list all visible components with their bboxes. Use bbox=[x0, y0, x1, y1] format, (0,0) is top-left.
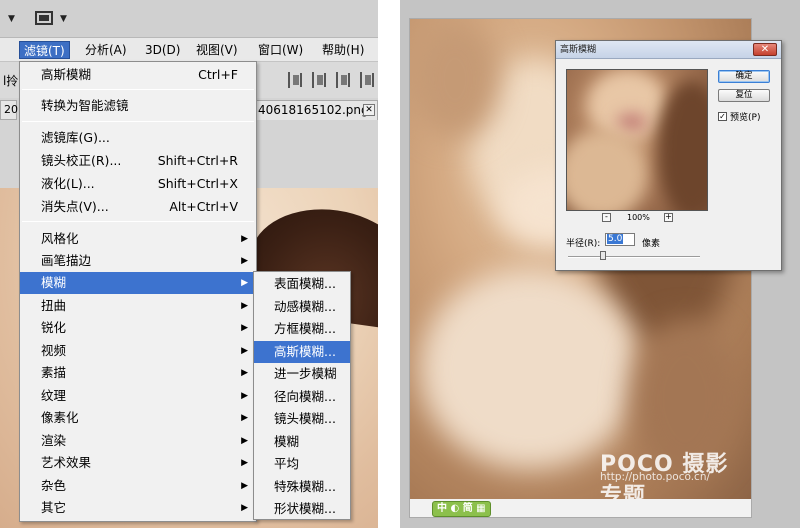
submenu-arrow-icon: ▶ bbox=[241, 234, 248, 244]
watermark-url: http://photo.poco.cn/ bbox=[600, 471, 711, 483]
document-tab-partial[interactable]: 20 bbox=[0, 100, 18, 120]
close-icon[interactable]: ✕ bbox=[753, 43, 777, 56]
blur-item-shape[interactable]: 形状模糊... bbox=[254, 498, 350, 521]
menu-bar: 滤镜(T) 分析(A) 3D(D) 视图(V) 窗口(W) 帮助(H) bbox=[0, 38, 378, 62]
radius-value: 5.0 bbox=[607, 234, 624, 244]
submenu-arrow-icon: ▶ bbox=[241, 436, 248, 446]
align-center-icon[interactable] bbox=[312, 72, 328, 88]
blur-item-gaussian[interactable]: 高斯模糊... bbox=[254, 340, 350, 363]
photo-corner-blob bbox=[410, 19, 500, 139]
dropdown-arrow-icon[interactable]: ▼ bbox=[8, 14, 15, 24]
distribute-icon[interactable] bbox=[360, 72, 376, 88]
menu-item-vanishing-point[interactable]: 消失点(V)... Alt+Ctrl+V bbox=[20, 196, 256, 218]
menu-help[interactable]: 帮助(H) bbox=[318, 41, 368, 59]
preview-label: 预览(P) bbox=[730, 113, 761, 123]
application-bar: ▼ ▼ bbox=[0, 0, 378, 38]
blur-item-motion[interactable]: 动感模糊... bbox=[254, 296, 350, 319]
blur-item-more[interactable]: 进一步模糊 bbox=[254, 363, 350, 386]
menu-item-artistic[interactable]: 艺术效果 ▶ bbox=[20, 452, 256, 474]
submenu-arrow-icon: ▶ bbox=[241, 301, 248, 311]
menu-item-other[interactable]: 其它 ▶ bbox=[20, 497, 256, 519]
dialog-title: 高斯模糊 bbox=[560, 45, 597, 55]
menu-filter[interactable]: 滤镜(T) bbox=[19, 41, 70, 59]
menu-view[interactable]: 视图(V) bbox=[192, 41, 242, 59]
site-badge: 中 ◐ 简 ▦ bbox=[432, 501, 491, 517]
menu-window[interactable]: 窗口(W) bbox=[254, 41, 307, 59]
submenu-arrow-icon: ▶ bbox=[241, 323, 248, 333]
menu-divider bbox=[22, 89, 254, 90]
options-fragment: l拎 bbox=[3, 74, 19, 88]
filter-menu: 高斯模糊 Ctrl+F 转换为智能滤镜 滤镜库(G)... 镜头校正(R)...… bbox=[19, 61, 257, 522]
zoom-out-button[interactable]: - bbox=[602, 213, 611, 222]
submenu-arrow-icon: ▶ bbox=[241, 256, 248, 266]
zoom-in-button[interactable]: + bbox=[664, 213, 673, 222]
align-right-icon[interactable] bbox=[336, 72, 352, 88]
menu-item-pixelate[interactable]: 像素化 ▶ bbox=[20, 407, 256, 429]
menu-item-brush-strokes[interactable]: 画笔描边 ▶ bbox=[20, 250, 256, 272]
menu-divider bbox=[22, 121, 254, 122]
menu-3d[interactable]: 3D(D) bbox=[141, 41, 184, 59]
align-left-icon[interactable] bbox=[288, 72, 304, 88]
menu-item-render[interactable]: 渲染 ▶ bbox=[20, 430, 256, 452]
blur-item-surface[interactable]: 表面模糊... bbox=[254, 273, 350, 296]
submenu-arrow-icon: ▶ bbox=[241, 458, 248, 468]
menu-item-smart-filter[interactable]: 转换为智能滤镜 bbox=[20, 95, 256, 117]
ok-button[interactable]: 确定 bbox=[718, 70, 770, 83]
menu-item-liquify[interactable]: 液化(L)... Shift+Ctrl+X bbox=[20, 173, 256, 195]
radius-unit: 像素 bbox=[642, 239, 661, 249]
gaussian-blur-dialog: 高斯模糊 ✕ 确定 复位 ✓ 预览(P) - 100% + 半径(R): 5.0… bbox=[555, 40, 782, 271]
screen-mode-dropdown-icon[interactable]: ▼ bbox=[60, 14, 67, 24]
submenu-arrow-icon: ▶ bbox=[241, 503, 248, 513]
photoshop-window: ▼ ▼ 滤镜(T) 分析(A) 3D(D) 视图(V) 窗口(W) 帮助(H) … bbox=[0, 0, 378, 528]
preview-window[interactable] bbox=[566, 69, 708, 211]
reset-button[interactable]: 复位 bbox=[718, 89, 770, 102]
menu-analysis[interactable]: 分析(A) bbox=[81, 41, 131, 59]
preview-checkbox[interactable]: ✓ bbox=[718, 112, 727, 121]
menu-item-stylize[interactable]: 风格化 ▶ bbox=[20, 228, 256, 250]
blur-item-radial[interactable]: 径向模糊... bbox=[254, 386, 350, 409]
photo-dress-blob bbox=[420, 269, 640, 469]
blur-item-smart[interactable]: 特殊模糊... bbox=[254, 476, 350, 499]
menu-item-sharpen[interactable]: 锐化 ▶ bbox=[20, 317, 256, 339]
menu-item-sketch[interactable]: 素描 ▶ bbox=[20, 362, 256, 384]
submenu-arrow-icon: ▶ bbox=[241, 413, 248, 423]
blur-submenu: 表面模糊... 动感模糊... 方框模糊... 高斯模糊... 进一步模糊 径向… bbox=[253, 271, 351, 520]
zoom-value: 100% bbox=[627, 213, 650, 222]
radius-label: 半径(R): bbox=[566, 239, 601, 249]
menu-item-blur[interactable]: 模糊 ▶ bbox=[20, 272, 256, 294]
menu-item-last-filter[interactable]: 高斯模糊 Ctrl+F bbox=[20, 64, 256, 86]
submenu-arrow-icon: ▶ bbox=[241, 278, 248, 288]
radius-slider-track[interactable] bbox=[568, 256, 700, 258]
menu-item-distort[interactable]: 扭曲 ▶ bbox=[20, 295, 256, 317]
submenu-arrow-icon: ▶ bbox=[241, 368, 248, 378]
preview-hand-blob bbox=[567, 130, 647, 210]
blur-item-box[interactable]: 方框模糊... bbox=[254, 318, 350, 341]
blur-item-average[interactable]: 平均 bbox=[254, 453, 350, 476]
close-tab-icon[interactable]: ✕ bbox=[363, 104, 375, 116]
menu-item-lens-correction[interactable]: 镜头校正(R)... Shift+Ctrl+R bbox=[20, 150, 256, 172]
screen-mode-icon[interactable] bbox=[35, 11, 53, 25]
blur-item-lens[interactable]: 镜头模糊... bbox=[254, 408, 350, 431]
menu-item-video[interactable]: 视频 ▶ bbox=[20, 340, 256, 362]
radius-input[interactable]: 5.0 bbox=[605, 233, 635, 246]
menu-item-filter-gallery[interactable]: 滤镜库(G)... bbox=[20, 127, 256, 149]
document-tab-label: 40618165102.png bbox=[258, 103, 369, 117]
dialog-titlebar[interactable]: 高斯模糊 bbox=[556, 41, 781, 59]
blur-item-blur[interactable]: 模糊 bbox=[254, 431, 350, 454]
document-tab[interactable]: 40618165102.png ✕ bbox=[255, 100, 378, 120]
menu-divider bbox=[22, 221, 254, 222]
preview-lips-blob bbox=[617, 115, 647, 129]
submenu-arrow-icon: ▶ bbox=[241, 391, 248, 401]
submenu-arrow-icon: ▶ bbox=[241, 346, 248, 356]
result-panel: POCO 摄影专题 http://photo.poco.cn/ 中 ◐ 简 ▦ … bbox=[400, 0, 800, 528]
menu-item-noise[interactable]: 杂色 ▶ bbox=[20, 475, 256, 497]
submenu-arrow-icon: ▶ bbox=[241, 481, 248, 491]
menu-item-texture[interactable]: 纹理 ▶ bbox=[20, 385, 256, 407]
radius-slider-thumb[interactable] bbox=[600, 251, 606, 260]
